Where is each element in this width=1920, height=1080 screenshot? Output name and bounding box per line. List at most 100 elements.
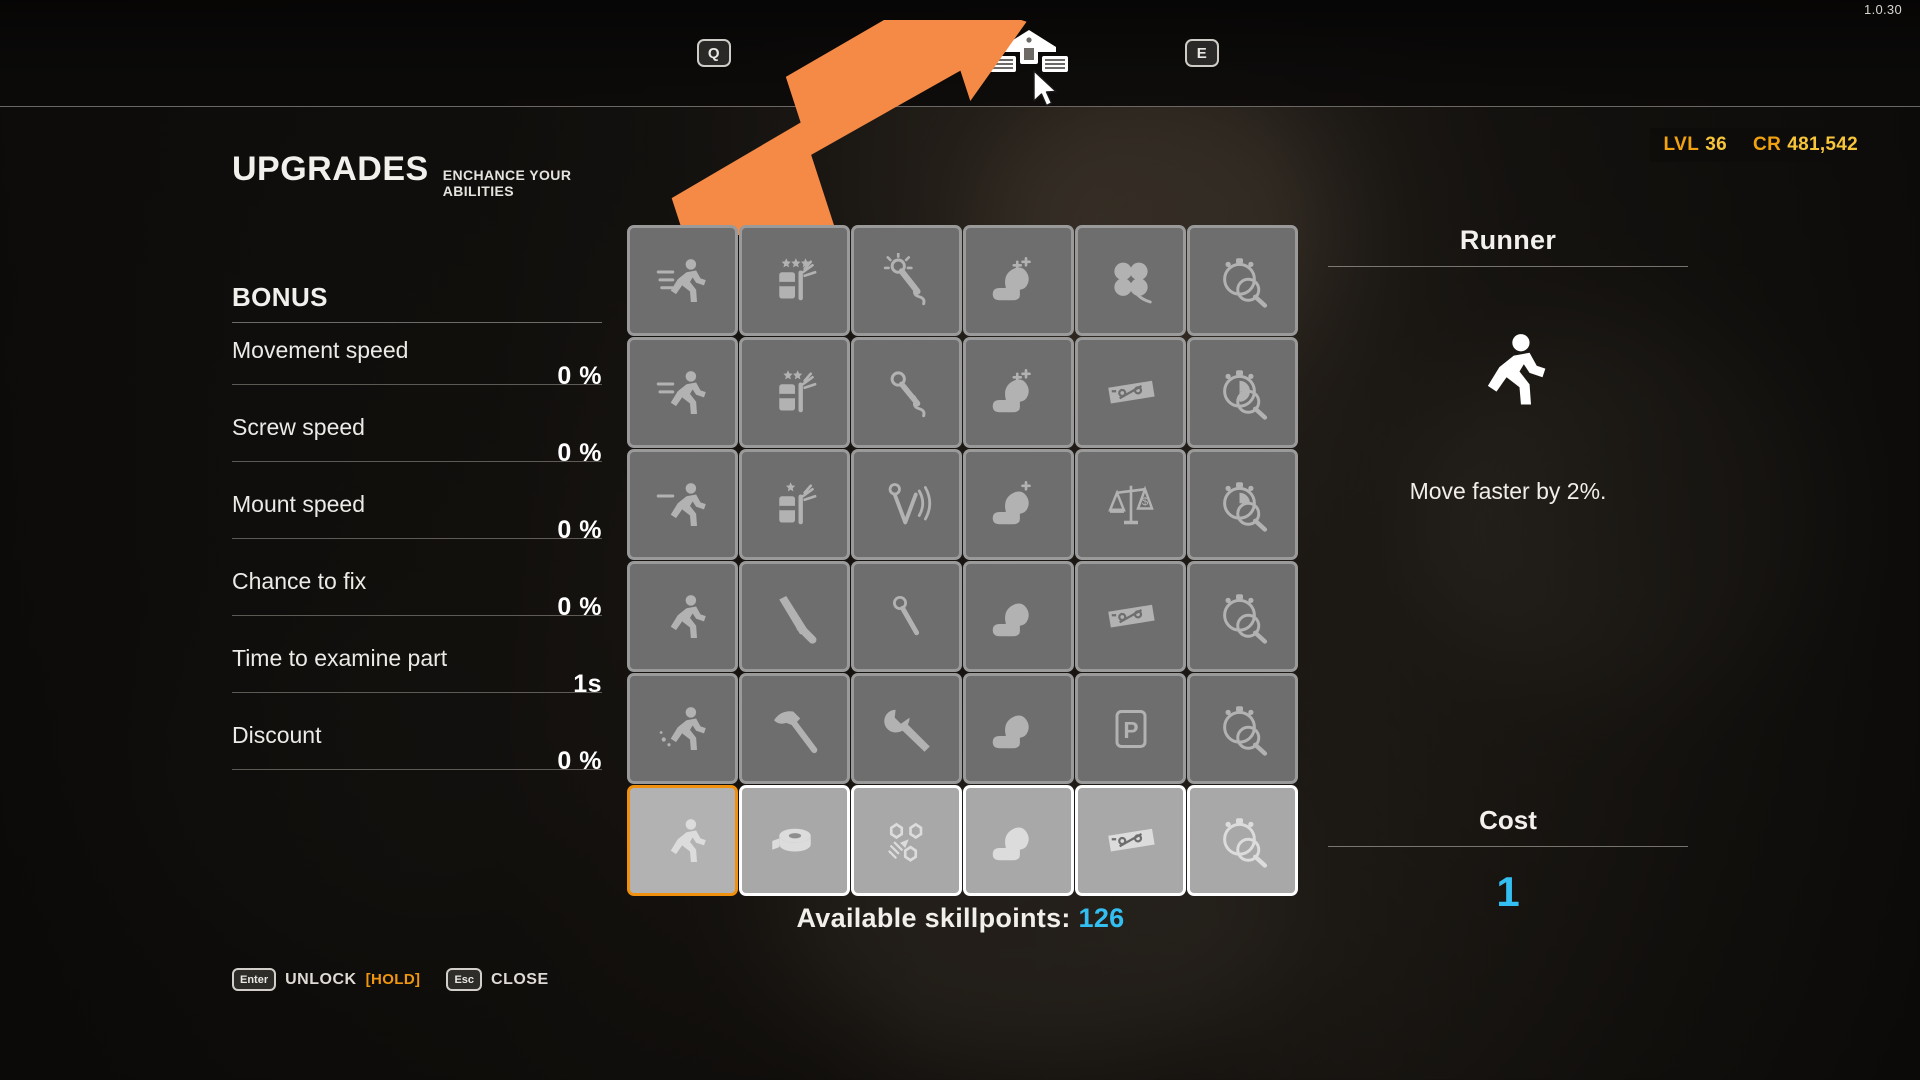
skill-cell-scattered-parts[interactable] <box>851 785 962 896</box>
skill-cell-parking-p[interactable]: P <box>1075 673 1186 784</box>
key-hint-q[interactable]: Q <box>697 39 731 67</box>
stopwatch-magnifier-2-icon <box>1215 365 1271 421</box>
welder-stars-3-icon <box>767 253 823 309</box>
control-hint-key: Esc <box>446 968 483 991</box>
bonus-stat-rule <box>232 692 602 693</box>
bonus-stat-label: Screw speed <box>232 414 365 440</box>
skill-cell-bicep-plus-1[interactable] <box>963 449 1074 560</box>
skill-cell-stopwatch-magnifier-1[interactable] <box>1187 449 1298 560</box>
available-skillpoints: Available skillpoints: 126 <box>627 903 1294 934</box>
skill-cell-stopwatch-magnifier[interactable] <box>1187 785 1298 896</box>
runner-icon <box>1462 324 1554 416</box>
skill-cell-discount-ticket[interactable] <box>1075 337 1186 448</box>
skill-detail-description: Move faster by 2%. <box>1409 478 1607 504</box>
skill-cell-bicep-plus-3[interactable] <box>963 225 1074 336</box>
discount-ticket-icon <box>1103 365 1159 421</box>
parking-p-icon: P <box>1103 701 1159 757</box>
discount-ticket-icon <box>1103 589 1159 645</box>
skill-cell-bicep[interactable] <box>963 673 1074 784</box>
skill-cell-bicep[interactable] <box>963 561 1074 672</box>
cost-panel: Cost 1 <box>1328 805 1688 916</box>
runner-sparks-icon <box>655 701 711 757</box>
bicep-icon <box>991 813 1047 869</box>
skill-cell-stopwatch-magnifier[interactable] <box>1187 673 1298 784</box>
skill-grid-container: $ P <box>627 225 1298 896</box>
skill-cell-wrench[interactable] <box>851 673 962 784</box>
skill-grid: $ P <box>627 225 1298 896</box>
discount-ticket-icon <box>1103 813 1159 869</box>
scattered-parts-icon <box>879 813 935 869</box>
skillpoints-value: 126 <box>1078 903 1125 933</box>
runner-icon <box>655 813 711 869</box>
skill-cell-runner-speed-lines-2[interactable] <box>627 337 738 448</box>
credits-badge: CR 481,542 <box>1753 134 1858 156</box>
skill-cell-runner-sparks[interactable] <box>627 673 738 784</box>
runner-speed-lines-3-icon <box>655 253 711 309</box>
skill-cell-welder-stars-3[interactable] <box>739 225 850 336</box>
skill-cell-screw-plain[interactable] <box>851 561 962 672</box>
control-hint[interactable]: Enter UNLOCK [HOLD] <box>232 968 420 991</box>
control-hint-modifier: [HOLD] <box>365 971 421 988</box>
skill-cell-screw-spring[interactable] <box>851 337 962 448</box>
bonus-stat-label: Movement speed <box>232 337 409 363</box>
skill-cell-runner-speed-lines-3[interactable] <box>627 225 738 336</box>
screw-signal-icon <box>879 477 935 533</box>
screw-spring-icon <box>879 365 935 421</box>
bonus-stat-rule <box>232 461 602 462</box>
control-hint-key: Enter <box>232 968 277 991</box>
garage-icon[interactable] <box>990 28 1068 76</box>
stopwatch-magnifier-icon <box>1215 589 1271 645</box>
skill-cell-discount-ticket[interactable] <box>1075 785 1186 896</box>
bonus-stat-value: 0 % <box>557 747 602 775</box>
screwdriver-icon <box>767 589 823 645</box>
svg-text:$: $ <box>1141 496 1148 508</box>
bonus-stat-value: 0 % <box>557 439 602 467</box>
bicep-plus-3-icon <box>991 253 1047 309</box>
skill-cell-screw-star-burst[interactable] <box>851 225 962 336</box>
skill-cell-screwdriver[interactable] <box>739 561 850 672</box>
bicep-icon <box>991 589 1047 645</box>
stopwatch-magnifier-icon <box>1215 813 1271 869</box>
skill-cell-bicep[interactable] <box>963 785 1074 896</box>
balance-scale-money-icon: $ <box>1103 477 1159 533</box>
bonus-stat-row: Screw speed 0 % <box>232 400 602 477</box>
skill-cell-balance-scale-money[interactable]: $ <box>1075 449 1186 560</box>
bonus-stat-value: 1s <box>573 670 602 698</box>
skill-cell-bicep-plus-2[interactable] <box>963 337 1074 448</box>
control-hint[interactable]: Esc CLOSE <box>446 968 548 991</box>
bonus-stat-label: Chance to fix <box>232 568 367 594</box>
key-hint-e[interactable]: E <box>1185 39 1219 67</box>
level-badge: LVL 36 <box>1664 134 1727 156</box>
skill-cell-four-leaf-clover[interactable] <box>1075 225 1186 336</box>
bonus-stat-label: Mount speed <box>232 491 365 517</box>
wrench-icon <box>879 701 935 757</box>
skill-cell-runner[interactable] <box>627 785 738 896</box>
stopwatch-magnifier-3-icon <box>1215 253 1271 309</box>
skill-cell-stopwatch-magnifier-2[interactable] <box>1187 337 1298 448</box>
skillpoints-label: Available skillpoints: <box>796 903 1071 933</box>
skill-cell-stopwatch-magnifier[interactable] <box>1187 561 1298 672</box>
status-hud: LVL 36 CR 481,542 <box>1649 128 1872 162</box>
skill-cell-screw-signal[interactable] <box>851 449 962 560</box>
bonus-stat-row: Time to examine part 1s <box>232 631 602 708</box>
skill-cell-stopwatch-magnifier-3[interactable] <box>1187 225 1298 336</box>
skill-cell-runner[interactable] <box>627 561 738 672</box>
skill-detail-title: Runner <box>1459 225 1557 255</box>
skill-cell-hammer[interactable] <box>739 673 850 784</box>
upgrade-arrows-icon[interactable] <box>845 28 937 82</box>
runner-speed-lines-2-icon <box>655 365 711 421</box>
page-title-main: UPGRADES <box>232 150 429 188</box>
bonus-stat-value: 0 % <box>557 516 602 544</box>
tape-roll-icon <box>767 813 823 869</box>
cost-value: 1 <box>1496 868 1520 915</box>
skill-cell-runner-speed-lines-1[interactable] <box>627 449 738 560</box>
credits-label: CR <box>1752 134 1782 155</box>
credits-value: 481,542 <box>1787 134 1858 155</box>
skill-cell-tape-roll[interactable] <box>739 785 850 896</box>
screw-star-burst-icon <box>879 252 935 309</box>
skill-cell-welder-star-1[interactable] <box>739 449 850 560</box>
skill-cell-welder-stars-2[interactable] <box>739 337 850 448</box>
bonus-stat-rule <box>232 384 602 385</box>
page-title-subtitle: ENCHANCE YOUR ABILITIES <box>442 167 572 199</box>
skill-cell-discount-ticket[interactable] <box>1075 561 1186 672</box>
